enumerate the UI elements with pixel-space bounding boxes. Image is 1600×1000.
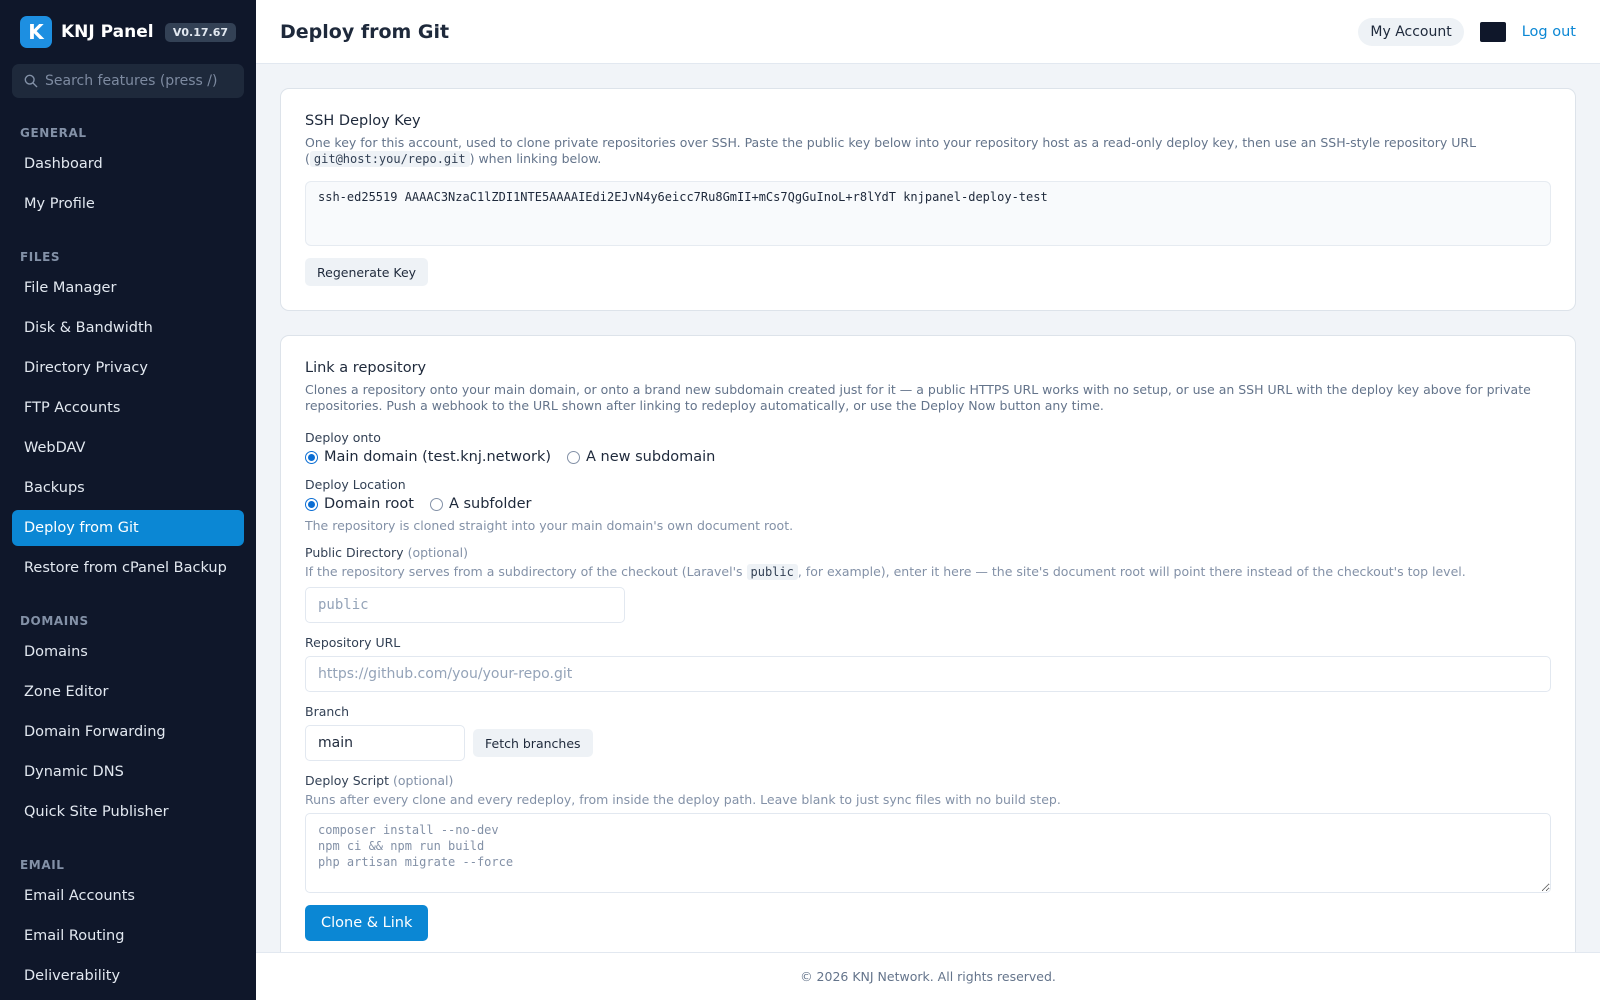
my-account-button[interactable]: My Account bbox=[1358, 17, 1464, 46]
public-code: public bbox=[746, 564, 798, 580]
ssh-card-title: SSH Deploy Key bbox=[305, 113, 421, 129]
main-content: SSH Deploy Key One key for this account,… bbox=[256, 64, 1600, 952]
section-email: EMAIL bbox=[20, 858, 65, 872]
location-root-option[interactable]: Domain root bbox=[305, 496, 414, 512]
sidebar-item-domains[interactable]: Domains bbox=[12, 634, 244, 670]
radio-domain-root[interactable] bbox=[305, 497, 318, 511]
deploy-onto-subdomain-option[interactable]: A new subdomain bbox=[567, 449, 715, 465]
location-subfolder-option[interactable]: A subfolder bbox=[429, 496, 532, 512]
sidebar-item-restore-cpanel[interactable]: Restore from cPanel Backup bbox=[12, 550, 244, 586]
ssh-card-description: One key for this account, used to clone … bbox=[305, 135, 1551, 167]
regenerate-key-button[interactable]: Regenerate Key bbox=[305, 258, 429, 286]
top-header: Deploy from Git My Account Log out bbox=[256, 0, 1600, 64]
theme-toggle[interactable] bbox=[1479, 21, 1506, 42]
branch-label: Branch bbox=[305, 704, 350, 719]
footer: © 2026 KNJ Network. All rights reserved. bbox=[256, 952, 1600, 1000]
location-hint: The repository is cloned straight into y… bbox=[305, 518, 794, 533]
public-dir-hint-before: If the repository serves from a subdirec… bbox=[305, 564, 747, 579]
deploy-location-label: Deploy Location bbox=[305, 477, 406, 492]
deploy-onto-main-label: Main domain (test.knj.network) bbox=[324, 449, 552, 465]
clone-link-button[interactable]: Clone & Link bbox=[305, 905, 429, 941]
sidebar-item-webdav[interactable]: WebDAV bbox=[12, 430, 244, 466]
deploy-script-textarea[interactable] bbox=[305, 813, 1551, 893]
public-dir-input[interactable] bbox=[305, 587, 625, 623]
sidebar-item-domain-forwarding[interactable]: Domain Forwarding bbox=[12, 714, 244, 750]
feature-search[interactable] bbox=[12, 64, 244, 98]
link-card-description: Clones a repository onto your main domai… bbox=[305, 382, 1531, 413]
knj-logo-icon: K bbox=[20, 16, 52, 48]
radio-subfolder[interactable] bbox=[429, 497, 443, 511]
sidebar-item-file-manager[interactable]: File Manager bbox=[12, 270, 244, 306]
link-card-title: Link a repository bbox=[305, 360, 427, 376]
radio-main-domain[interactable] bbox=[305, 450, 318, 464]
location-root-label: Domain root bbox=[324, 496, 414, 512]
section-files: FILES bbox=[20, 250, 61, 264]
sidebar-item-zone-editor[interactable]: Zone Editor bbox=[12, 674, 244, 710]
radio-new-subdomain[interactable] bbox=[567, 450, 581, 464]
deploy-onto-main-option[interactable]: Main domain (test.knj.network) bbox=[305, 449, 551, 465]
public-dir-hint: If the repository serves from a subdirec… bbox=[305, 564, 1551, 580]
sidebar-item-backups[interactable]: Backups bbox=[12, 470, 244, 506]
brand: K KNJ Panel V0.17.67 bbox=[0, 0, 256, 64]
ssh-deploy-key-card: SSH Deploy Key One key for this account,… bbox=[280, 88, 1576, 311]
sidebar-item-quick-site[interactable]: Quick Site Publisher bbox=[12, 794, 244, 830]
deploy-script-label: Deploy Script (optional) bbox=[305, 773, 1551, 788]
optional-tag-script: (optional) bbox=[392, 773, 454, 788]
deploy-onto-sub-label: A new subdomain bbox=[586, 449, 716, 465]
section-domains: DOMAINS bbox=[20, 614, 89, 628]
deploy-onto-label: Deploy onto bbox=[305, 430, 381, 445]
deploy-location-group: Domain root A subfolder bbox=[305, 496, 1551, 512]
copyright-text: © 2026 KNJ Network. All rights reserved. bbox=[800, 969, 1056, 984]
public-dir-label: Public Directory (optional) bbox=[305, 545, 1551, 560]
sidebar-item-ftp-accounts[interactable]: FTP Accounts bbox=[12, 390, 244, 426]
ssh-desc-after: ) when linking below. bbox=[469, 151, 602, 166]
deploy-script-hint: Runs after every clone and every redeplo… bbox=[305, 792, 1061, 807]
sidebar-item-my-profile[interactable]: My Profile bbox=[12, 186, 244, 222]
link-repository-card: Link a repository Clones a repository on… bbox=[280, 335, 1576, 952]
search-input[interactable] bbox=[45, 73, 232, 89]
sidebar-item-deliverability[interactable]: Deliverability bbox=[12, 958, 244, 994]
branch-input[interactable] bbox=[305, 725, 465, 761]
section-general: GENERAL bbox=[20, 126, 87, 140]
page-title: Deploy from Git bbox=[280, 20, 450, 43]
sidebar-item-email-routing[interactable]: Email Routing bbox=[12, 918, 244, 954]
sidebar-item-dynamic-dns[interactable]: Dynamic DNS bbox=[12, 754, 244, 790]
fetch-branches-button[interactable]: Fetch branches bbox=[473, 729, 593, 757]
location-sub-label: A subfolder bbox=[448, 496, 532, 512]
branch-row: Fetch branches bbox=[305, 725, 1551, 761]
sidebar: K KNJ Panel V0.17.67 GENERAL Dashboard M… bbox=[0, 0, 256, 1000]
brand-name: KNJ Panel bbox=[61, 22, 154, 42]
sidebar-item-deploy-git[interactable]: Deploy from Git bbox=[12, 510, 244, 546]
deploy-onto-group: Main domain (test.knj.network) A new sub… bbox=[305, 449, 1551, 465]
public-key-box[interactable]: ssh-ed25519 AAAAC3NzaC1lZDI1NTE5AAAAIEdi… bbox=[305, 181, 1551, 246]
deploy-script-label-text: Deploy Script bbox=[305, 773, 389, 788]
logout-link[interactable]: Log out bbox=[1522, 24, 1576, 40]
repo-url-input[interactable] bbox=[305, 656, 1551, 692]
sidebar-item-email-accounts[interactable]: Email Accounts bbox=[12, 878, 244, 914]
public-dir-hint-after: , for example), enter it here — the site… bbox=[797, 564, 1466, 579]
optional-tag: (optional) bbox=[407, 545, 468, 560]
repo-url-label: Repository URL bbox=[305, 635, 401, 650]
search-icon bbox=[24, 74, 38, 88]
version-badge: V0.17.67 bbox=[164, 22, 236, 42]
sidebar-item-dashboard[interactable]: Dashboard bbox=[12, 146, 244, 182]
ssh-url-example: git@host:you/repo.git bbox=[309, 151, 470, 167]
public-dir-label-text: Public Directory bbox=[305, 545, 404, 560]
sidebar-item-directory-privacy[interactable]: Directory Privacy bbox=[12, 350, 244, 386]
sidebar-item-disk-bandwidth[interactable]: Disk & Bandwidth bbox=[12, 310, 244, 346]
